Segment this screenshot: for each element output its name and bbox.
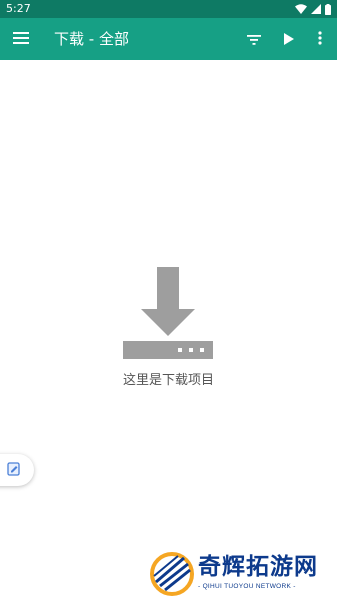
watermark-logo-icon [150, 552, 194, 600]
download-tray-icon [122, 267, 214, 364]
status-time: 5:27 [6, 2, 31, 15]
status-bar: 5:27 [0, 0, 337, 18]
note-edit-icon [7, 461, 21, 480]
filter-icon [247, 30, 261, 49]
more-options-button[interactable] [308, 27, 332, 51]
signal-icon [311, 4, 321, 14]
wifi-icon [295, 4, 307, 14]
watermark-subtitle: - QIHUI TUOYOU NETWORK - [198, 583, 296, 590]
watermark-title: 奇辉拓游网 [198, 553, 318, 580]
site-watermark: 奇辉拓游网 - QIHUI TUOYOU NETWORK - [150, 550, 335, 598]
play-icon [284, 30, 294, 49]
floating-side-tab[interactable] [0, 454, 34, 486]
play-button[interactable] [277, 27, 301, 51]
app-bar: 下载 - 全部 [0, 18, 337, 60]
more-vert-icon [318, 30, 322, 49]
status-icons [295, 3, 331, 15]
menu-button[interactable] [9, 27, 33, 51]
page-title: 下载 - 全部 [54, 30, 129, 48]
download-screen: 5:27 下载 - 全部 这里是下载项目 奇辉拓游网 - QIHUI TUOYO… [0, 0, 337, 600]
menu-icon [13, 30, 29, 49]
filter-button[interactable] [242, 27, 266, 51]
battery-icon [325, 3, 331, 15]
empty-message: 这里是下载项目 [122, 373, 214, 388]
